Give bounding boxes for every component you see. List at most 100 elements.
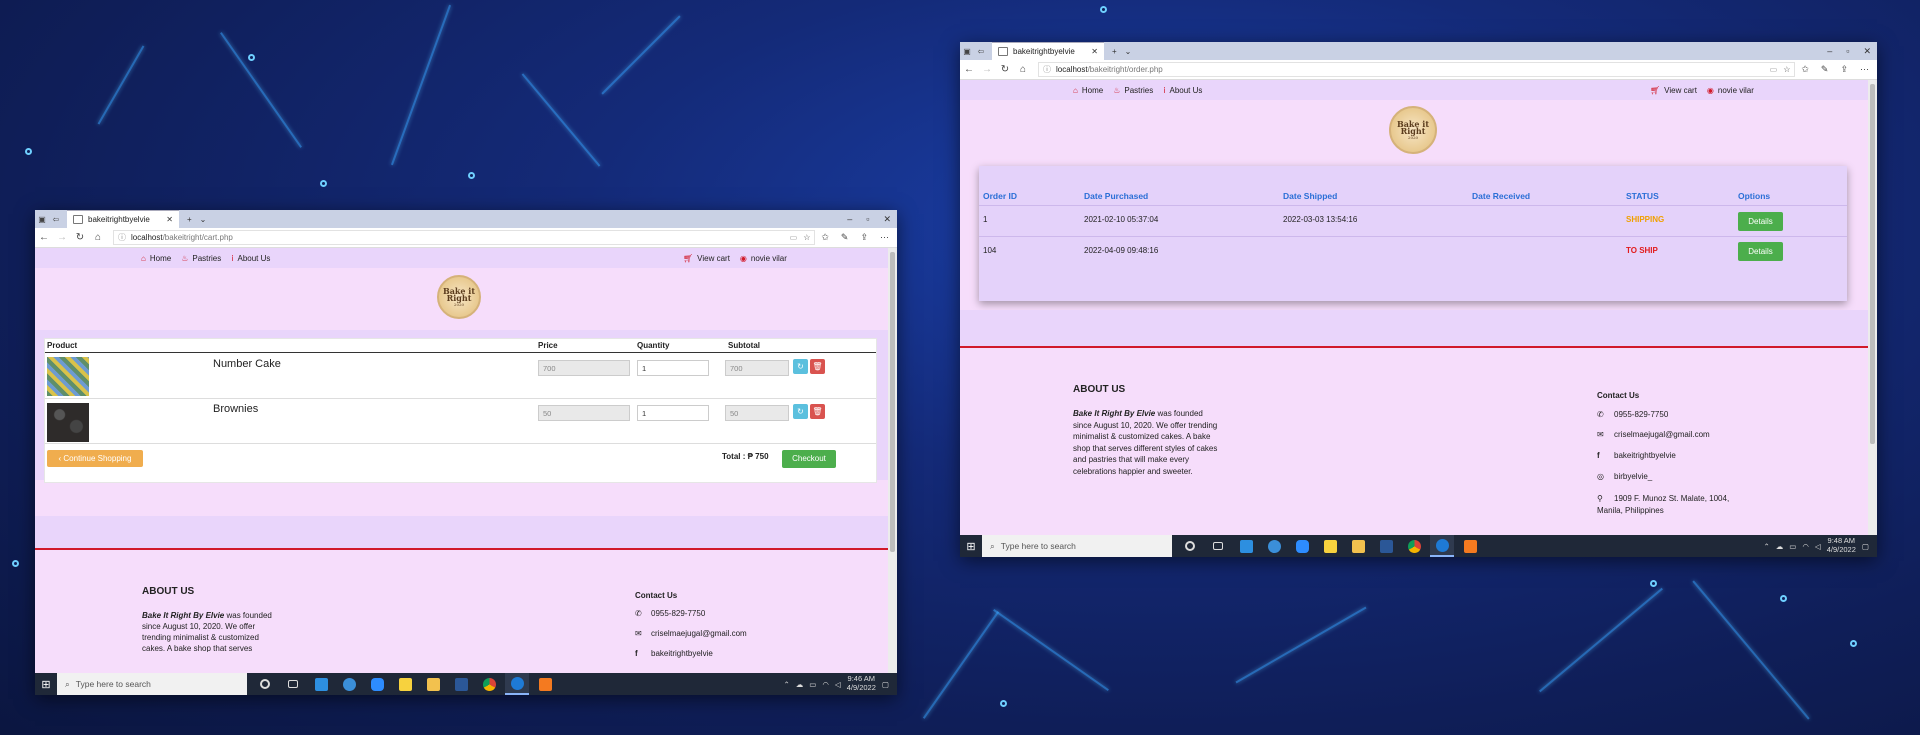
volume-icon[interactable]: ◁ <box>835 680 841 689</box>
onedrive-icon[interactable]: ☁ <box>1776 542 1784 551</box>
taskbar-search[interactable]: ⌕ Type here to search <box>57 673 247 695</box>
sticky-notes-icon[interactable] <box>393 673 417 695</box>
contact-instagram[interactable]: ◎ birbyelvie_ <box>1597 472 1652 481</box>
battery-icon[interactable]: ▭ <box>809 680 816 689</box>
share-icon[interactable]: ⇪ <box>860 232 868 243</box>
site-logo[interactable]: Bake it Right 2020 <box>437 275 481 319</box>
cortana-icon[interactable] <box>1178 535 1202 557</box>
details-button[interactable]: Details <box>1738 212 1783 231</box>
tab-actions-icon[interactable]: ▣ <box>960 47 974 56</box>
back-icon[interactable]: ← <box>960 64 978 75</box>
favorite-star-icon[interactable]: ☆ <box>803 233 810 242</box>
nav-about[interactable]: ⅰ About Us <box>231 254 270 263</box>
delete-button[interactable]: 🗑︎ <box>810 359 825 374</box>
edge-icon[interactable] <box>1430 535 1454 557</box>
page-scrollbar[interactable] <box>1868 80 1877 535</box>
zoom-icon[interactable] <box>365 673 389 695</box>
share-icon[interactable]: ⇪ <box>1840 64 1848 75</box>
zoom-icon[interactable] <box>1290 535 1314 557</box>
more-icon[interactable]: ⋯ <box>1860 64 1869 75</box>
product-thumbnail[interactable] <box>47 357 89 396</box>
nav-user[interactable]: ◉ novie vilar <box>740 254 787 263</box>
new-tab-button[interactable]: + <box>187 215 192 224</box>
close-window-button[interactable]: ✕ <box>883 214 891 225</box>
address-input[interactable]: ⓘ localhost/bakeitright/order.php ▭ ☆ <box>1038 62 1796 77</box>
refresh-icon[interactable]: ↻ <box>71 232 89 243</box>
chrome-icon[interactable] <box>477 673 501 695</box>
contact-facebook[interactable]: f bakeitrightbyelvie <box>635 649 713 658</box>
favorite-star-icon[interactable]: ☆ <box>1783 65 1790 74</box>
refresh-icon[interactable]: ↻ <box>996 64 1014 75</box>
nav-view-cart[interactable]: 🛒︎ View cart <box>1650 86 1697 95</box>
continue-shopping-button[interactable]: ‹ Continue Shopping <box>47 450 143 467</box>
product-thumbnail[interactable] <box>47 403 89 442</box>
more-icon[interactable]: ⋯ <box>880 232 889 243</box>
cortana-icon[interactable] <box>253 673 277 695</box>
set-aside-tabs-icon[interactable]: ⇦ <box>974 47 988 56</box>
back-icon[interactable]: ← <box>35 232 53 243</box>
word-icon[interactable] <box>1374 535 1398 557</box>
maximize-button[interactable]: ▫ <box>1846 46 1849 56</box>
forward-icon[interactable]: → <box>978 64 996 75</box>
clock[interactable]: 9:48 AM 4/9/2022 <box>1827 537 1856 554</box>
windows-start-icon[interactable]: ⊞ <box>35 678 57 691</box>
app-icon[interactable] <box>1262 535 1286 557</box>
nav-view-cart[interactable]: 🛒︎ View cart <box>683 254 730 263</box>
site-logo[interactable]: Bake it Right 2020 <box>1389 106 1437 154</box>
tab-actions-icon[interactable]: ▣ <box>35 215 49 224</box>
wifi-icon[interactable]: ◠ <box>822 680 829 689</box>
wifi-icon[interactable]: ◠ <box>1802 542 1809 551</box>
windows-start-icon[interactable]: ⊞ <box>960 540 982 553</box>
app-icon[interactable] <box>337 673 361 695</box>
nav-pastries[interactable]: ♨ Pastries <box>181 254 221 263</box>
task-view-icon[interactable] <box>1206 535 1230 557</box>
home-icon[interactable]: ⌂ <box>1014 64 1032 75</box>
forward-icon[interactable]: → <box>53 232 71 243</box>
tray-chevron-icon[interactable]: ⌃ <box>783 680 789 689</box>
favorites-icon[interactable]: ✩ <box>1801 64 1809 75</box>
chrome-icon[interactable] <box>1402 535 1426 557</box>
battery-icon[interactable]: ▭ <box>1789 542 1796 551</box>
xampp-icon[interactable] <box>533 673 557 695</box>
maximize-button[interactable]: ▫ <box>866 214 869 224</box>
close-tab-icon[interactable]: ✕ <box>1091 47 1098 56</box>
volume-icon[interactable]: ◁ <box>1815 542 1821 551</box>
pen-icon[interactable]: ✎ <box>1821 64 1829 75</box>
taskbar-search[interactable]: ⌕ Type here to search <box>982 535 1172 557</box>
pen-icon[interactable]: ✎ <box>841 232 849 243</box>
close-window-button[interactable]: ✕ <box>1863 46 1871 57</box>
page-scrollbar[interactable] <box>888 248 897 673</box>
delete-button[interactable]: 🗑︎ <box>810 404 825 419</box>
quantity-input[interactable]: 1 <box>637 405 709 421</box>
sticky-notes-icon[interactable] <box>1318 535 1342 557</box>
home-icon[interactable]: ⌂ <box>89 232 107 243</box>
file-explorer-icon[interactable] <box>421 673 445 695</box>
edge-icon[interactable] <box>505 673 529 695</box>
new-tab-button[interactable]: + <box>1112 47 1117 56</box>
notifications-icon[interactable]: ▢ <box>882 680 889 689</box>
checkout-button[interactable]: Checkout <box>782 450 836 468</box>
task-view-icon[interactable] <box>281 673 305 695</box>
minimize-button[interactable]: – <box>1827 46 1832 56</box>
nav-home[interactable]: ⌂ Home <box>141 254 171 263</box>
reading-view-icon[interactable]: ▭ <box>1770 65 1778 74</box>
browser-tab[interactable]: bakeitrightbyelvie ✕ <box>992 42 1104 60</box>
clock[interactable]: 9:46 AM 4/9/2022 <box>847 675 876 692</box>
update-button[interactable]: ↻ <box>793 359 808 374</box>
nav-pastries[interactable]: ♨ Pastries <box>1113 86 1153 95</box>
favorites-icon[interactable]: ✩ <box>821 232 829 243</box>
nav-about[interactable]: ⅰ About Us <box>1163 86 1202 95</box>
notifications-icon[interactable]: ▢ <box>1862 542 1869 551</box>
details-button[interactable]: Details <box>1738 242 1783 261</box>
file-explorer-icon[interactable] <box>1346 535 1370 557</box>
reading-view-icon[interactable]: ▭ <box>790 233 798 242</box>
browser-tab[interactable]: bakeitrightbyelvie ✕ <box>67 210 179 228</box>
nav-home[interactable]: ⌂ Home <box>1073 86 1103 95</box>
update-button[interactable]: ↻ <box>793 404 808 419</box>
tab-list-icon[interactable]: ⌄ <box>1125 47 1132 56</box>
tray-chevron-icon[interactable]: ⌃ <box>1763 542 1769 551</box>
vscode-icon[interactable] <box>309 673 333 695</box>
nav-user[interactable]: ◉ novie vilar <box>1707 86 1754 95</box>
word-icon[interactable] <box>449 673 473 695</box>
contact-facebook[interactable]: f bakeitrightbyelvie <box>1597 451 1676 460</box>
